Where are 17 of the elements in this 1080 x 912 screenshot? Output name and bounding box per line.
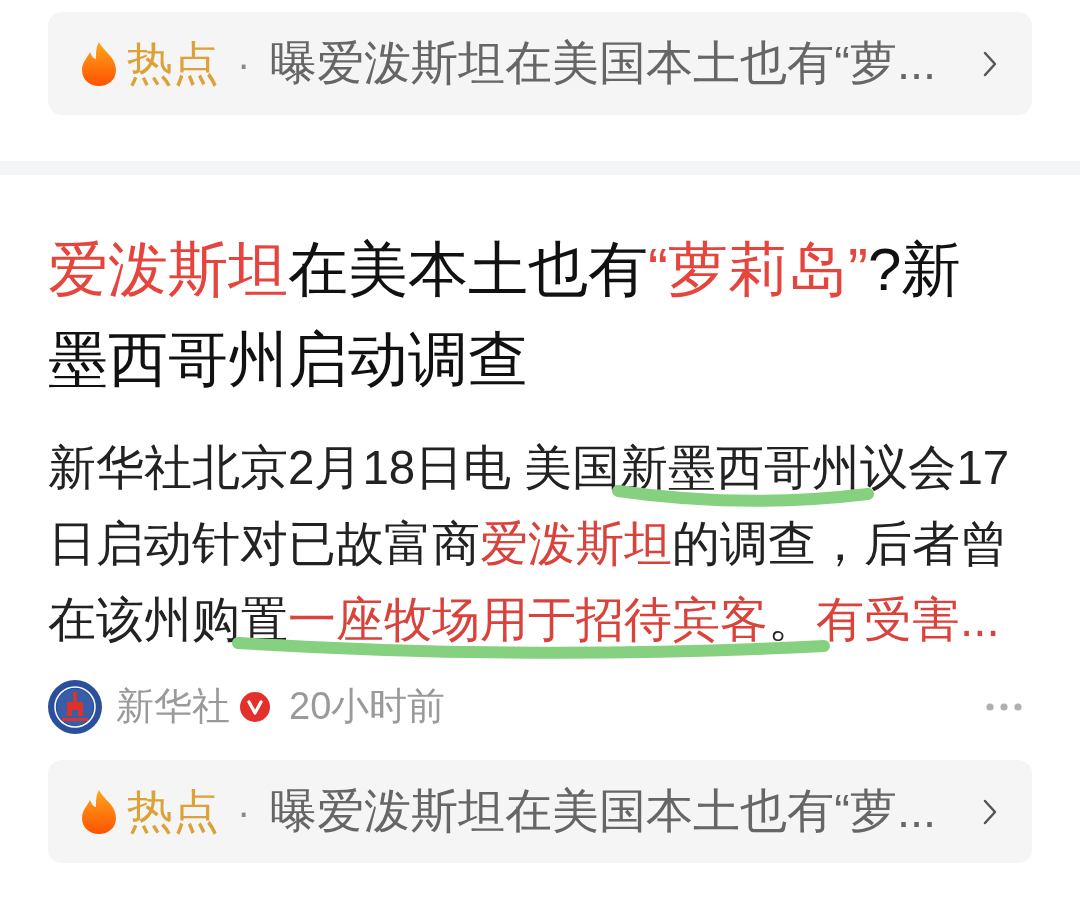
chevron-right-icon [982,49,998,78]
source-name[interactable]: 新华社 [116,684,230,730]
separator-dot: · [237,788,251,836]
hot-headline: 曝爱泼斯坦在美国本土也有“萝... [270,35,937,92]
hot-label: 热点 [127,35,219,91]
flame-icon [80,788,118,835]
more-icon[interactable] [986,703,1022,711]
flame-icon [80,40,118,87]
separator-dot: · [237,40,251,88]
hot-headline: 曝爱泼斯坦在美国本土也有“萝... [270,783,937,840]
chevron-right-icon [982,797,998,826]
hot-topic-bar[interactable]: 热点 · 曝爱泼斯坦在美国本土也有“萝... [48,760,1032,863]
logo-icon [48,680,102,734]
hot-label: 热点 [127,783,219,839]
post-time: 20小时前 [289,684,446,730]
hot-topic-bar[interactable]: 热点 · 曝爱泼斯坦在美国本土也有“萝... [48,12,1032,115]
article-title[interactable]: 爱泼斯坦在美本土也有“萝莉岛”?新墨西哥州启动调查 [48,225,1010,405]
